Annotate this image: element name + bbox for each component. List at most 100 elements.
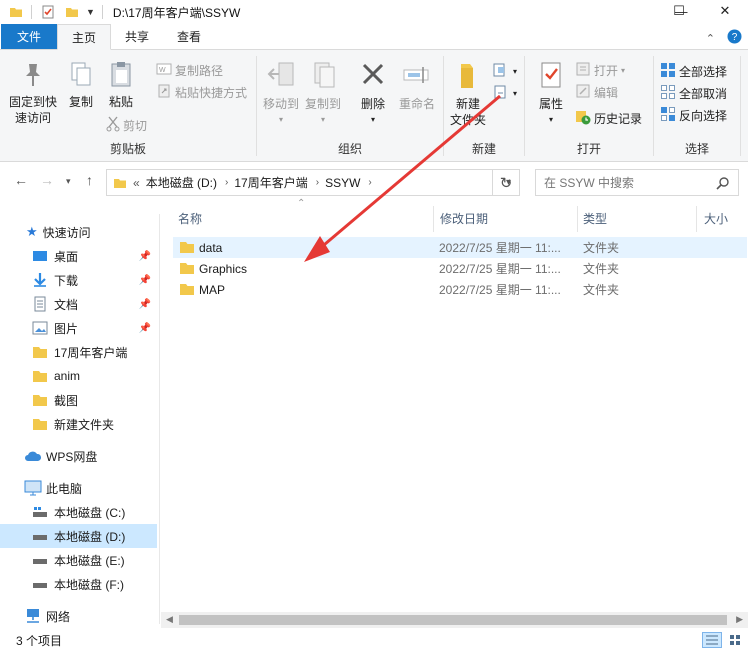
- chevron-right-icon[interactable]: ›: [368, 177, 371, 188]
- cut-button[interactable]: 剪切: [106, 116, 147, 135]
- nav-wps-cloud[interactable]: WPS网盘: [0, 444, 157, 468]
- copy-to-button[interactable]: 复制到 ▾: [303, 60, 343, 128]
- help-icon[interactable]: ?: [727, 29, 742, 47]
- select-group-label: 选择: [684, 142, 709, 156]
- star-icon: ★: [26, 224, 38, 239]
- move-to-button[interactable]: 移动到 ▾: [261, 60, 301, 128]
- network-icon: [24, 608, 42, 624]
- pin-quick-access-button[interactable]: 固定到快 速访问: [6, 60, 60, 126]
- nav-wps-label: WPS网盘: [46, 449, 98, 464]
- copy-path-button[interactable]: W 复制路径: [156, 62, 223, 79]
- up-arrow-icon[interactable]: ↑: [86, 172, 93, 188]
- paste-button[interactable]: 粘贴: [104, 60, 138, 110]
- select-all-button[interactable]: 全部选择: [660, 62, 727, 81]
- select-all-label: 全部选择: [679, 65, 728, 79]
- column-header-size[interactable]: 大小: [704, 206, 728, 230]
- organize-group-label: 组织: [337, 142, 362, 156]
- copy-button[interactable]: 复制: [64, 60, 98, 110]
- nav-item-new-folder[interactable]: 新建文件夹: [0, 412, 157, 436]
- tab-file[interactable]: 文件: [1, 24, 57, 49]
- easy-access-icon: [492, 84, 510, 103]
- paste-icon: [108, 60, 134, 94]
- edit-button[interactable]: 编辑: [575, 84, 618, 101]
- nav-item-downloads[interactable]: 下载 📌: [0, 268, 157, 292]
- scissors-icon: [106, 116, 120, 135]
- nav-drive-label: 本地磁盘 (E:): [54, 553, 125, 568]
- sort-up-icon: ⌃: [297, 198, 306, 209]
- nav-quick-access[interactable]: ★ 快速访问: [0, 220, 157, 244]
- column-divider[interactable]: [696, 206, 697, 232]
- nav-drive-d[interactable]: 本地磁盘 (D:): [0, 524, 157, 548]
- horizontal-scrollbar[interactable]: ◀ ▶: [161, 612, 748, 628]
- paste-shortcut-button[interactable]: 粘贴快捷方式: [156, 84, 247, 101]
- column-header-modified[interactable]: 修改日期: [440, 206, 488, 230]
- tab-home[interactable]: 主页: [57, 24, 112, 50]
- scroll-right-icon[interactable]: ▶: [736, 614, 743, 625]
- nav-item-documents[interactable]: 文档 📌: [0, 292, 157, 316]
- history-button[interactable]: 历史记录: [575, 109, 642, 128]
- column-divider[interactable]: [577, 206, 578, 232]
- open-button[interactable]: 打开 ▾: [575, 62, 625, 79]
- expand-ribbon-icon[interactable]: ⌃: [706, 32, 715, 45]
- new-folder-icon[interactable]: [64, 4, 80, 20]
- close-button[interactable]: ✕: [702, 0, 748, 22]
- details-view-icon[interactable]: [702, 632, 722, 648]
- nav-item-screenshots[interactable]: 截图: [0, 388, 157, 412]
- search-icon[interactable]: [716, 176, 730, 190]
- delete-button[interactable]: 删除 ▾: [355, 60, 391, 128]
- column-divider[interactable]: [433, 206, 434, 232]
- cut-label: 剪切: [123, 119, 148, 133]
- new-item-button[interactable]: ▾: [492, 62, 517, 81]
- nav-drive-c[interactable]: 本地磁盘 (C:): [0, 500, 157, 524]
- breadcrumb-17th-client[interactable]: 17周年客户端: [234, 174, 307, 191]
- tab-view[interactable]: 查看: [163, 24, 215, 49]
- nav-drive-f[interactable]: 本地磁盘 (F:): [0, 572, 157, 596]
- search-input[interactable]: 在 SSYW 中搜索: [535, 169, 739, 196]
- tab-share[interactable]: 共享: [111, 24, 163, 49]
- nav-this-pc[interactable]: 此电脑: [0, 476, 157, 500]
- file-name: MAP: [199, 282, 226, 297]
- customize-quick-access-icon[interactable]: ▼: [86, 7, 95, 17]
- file-modified: 2022/7/25 星期一 11:...: [439, 283, 561, 297]
- open-group-label: 打开: [576, 142, 601, 156]
- file-row[interactable]: data 2022/7/25 星期一 11:... 文件夹: [173, 237, 747, 258]
- easy-access-button[interactable]: ▾: [492, 84, 517, 103]
- dropdown-icon: ▾: [278, 115, 283, 124]
- move-to-icon: [267, 60, 295, 96]
- nav-item-anim[interactable]: anim: [0, 364, 157, 388]
- large-icons-view-icon[interactable]: [726, 632, 744, 648]
- file-row[interactable]: Graphics 2022/7/25 星期一 11:... 文件夹: [173, 258, 747, 279]
- breadcrumb-overflow[interactable]: «: [133, 176, 140, 190]
- file-row[interactable]: MAP 2022/7/25 星期一 11:... 文件夹: [173, 279, 747, 300]
- nav-item-pictures[interactable]: 图片 📌: [0, 316, 157, 340]
- edit-label: 编辑: [594, 86, 619, 100]
- nav-network[interactable]: 网络: [0, 604, 157, 628]
- drive-icon: [32, 530, 48, 542]
- address-bar[interactable]: « 本地磁盘 (D:) › 17周年客户端 › SSYW › ▾: [106, 169, 520, 196]
- download-icon: [32, 272, 48, 288]
- breadcrumb-drive-d[interactable]: 本地磁盘 (D:): [146, 174, 217, 191]
- properties-icon[interactable]: [40, 4, 56, 20]
- dropdown-icon: ▾: [370, 115, 375, 124]
- scroll-left-icon[interactable]: ◀: [166, 614, 173, 625]
- properties-button[interactable]: 属性 ▾: [531, 60, 571, 128]
- chevron-right-icon[interactable]: ›: [316, 177, 319, 188]
- forward-arrow-icon[interactable]: →: [40, 172, 54, 188]
- nav-item-desktop[interactable]: 桌面 📌: [0, 244, 157, 268]
- column-header-type[interactable]: 类型: [583, 206, 607, 230]
- scrollbar-thumb[interactable]: [179, 615, 727, 625]
- back-arrow-icon[interactable]: ←: [14, 172, 28, 188]
- select-none-button[interactable]: 全部取消: [660, 84, 727, 103]
- chevron-right-icon[interactable]: ›: [225, 177, 228, 188]
- nav-drive-e[interactable]: 本地磁盘 (E:): [0, 548, 157, 572]
- refresh-button[interactable]: ↻: [492, 170, 519, 195]
- column-header-name[interactable]: 名称: [178, 206, 202, 230]
- rename-button[interactable]: 重命名: [395, 60, 439, 112]
- recent-locations-icon[interactable]: ▾: [66, 176, 71, 187]
- divider: [101, 5, 103, 19]
- nav-item-17th-client[interactable]: 17周年客户端: [0, 340, 157, 364]
- maximize-button[interactable]: ☐: [656, 0, 702, 22]
- new-folder-button[interactable]: 新建 文件夹: [448, 60, 488, 128]
- invert-selection-button[interactable]: 反向选择: [660, 106, 727, 125]
- breadcrumb-ssyw[interactable]: SSYW: [325, 176, 360, 190]
